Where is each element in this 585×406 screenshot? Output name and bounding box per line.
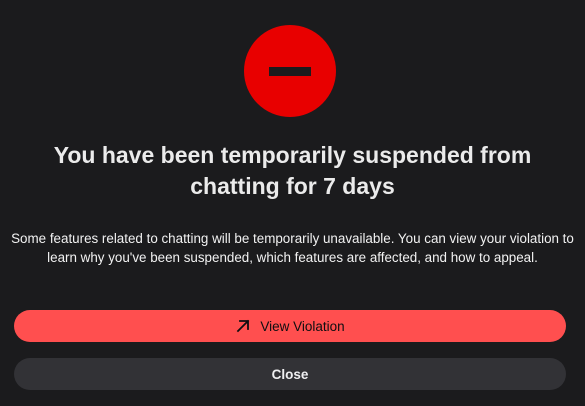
view-violation-button[interactable]: View Violation [14,310,566,342]
dialog-description: Some features related to chatting will b… [11,231,574,265]
suspended-icon-bar [269,67,311,76]
external-arrow-icon [237,319,250,333]
suspension-dialog: You have been temporarily suspended from… [0,0,585,406]
suspended-icon [244,25,336,117]
dialog-title: You have been temporarily suspended from… [53,142,532,199]
view-violation-label: View Violation [260,318,345,334]
close-button[interactable]: Close [14,358,566,390]
close-label: Close [271,366,309,382]
